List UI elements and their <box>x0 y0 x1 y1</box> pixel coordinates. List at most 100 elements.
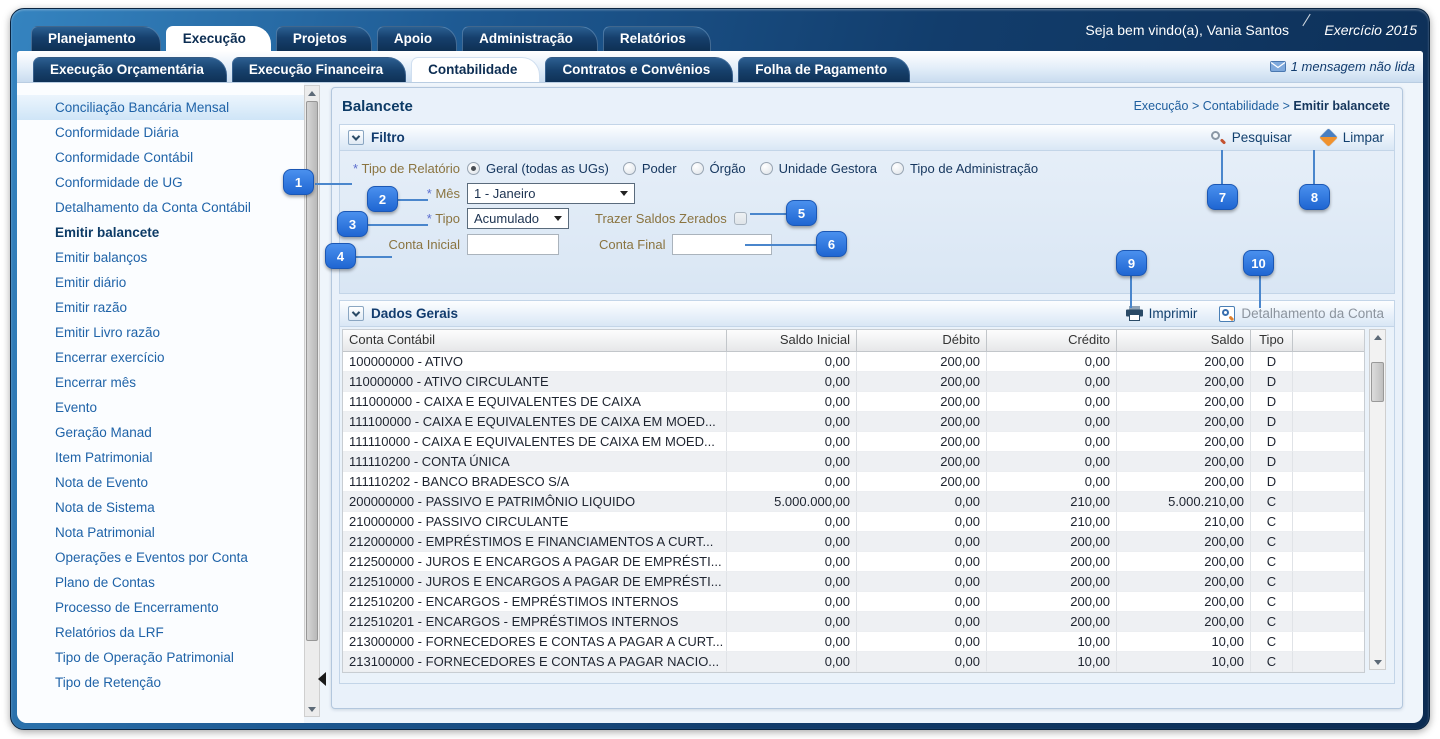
column-header-saldo[interactable]: Saldo <box>1117 330 1251 351</box>
sidebar-item-emitir-balancos[interactable]: Emitir balanços <box>17 245 304 270</box>
main-tab-apoio[interactable]: Apoio <box>377 26 457 51</box>
table-row[interactable]: 111100000 - CAIXA E EQUIVALENTES DE CAIX… <box>343 412 1364 432</box>
report-type-option-unidade-gestora[interactable]: Unidade Gestora <box>760 161 877 176</box>
report-type-option-orgao[interactable]: Órgão <box>691 161 746 176</box>
table-row[interactable]: 100000000 - ATIVO0,00200,000,00200,00D <box>343 352 1364 372</box>
scroll-down-icon[interactable] <box>305 702 319 716</box>
sidebar-item-conciliacao-bancaria-mensal[interactable]: Conciliação Bancária Mensal <box>17 95 304 120</box>
sidebar-item-conformidade-contabil[interactable]: Conformidade Contábil <box>17 145 304 170</box>
sidebar-item-relatorios-da-lrf[interactable]: Relatórios da LRF <box>17 620 304 645</box>
sidebar-item-encerrar-mes[interactable]: Encerrar mês <box>17 370 304 395</box>
table-scrollbar[interactable] <box>1369 329 1386 670</box>
table-row[interactable]: 212500000 - JUROS E ENCARGOS A PAGAR DE … <box>343 552 1364 572</box>
month-select[interactable]: 1 - Janeiro <box>467 183 635 204</box>
sidebar-item-tipo-de-operacao-patrimonial[interactable]: Tipo de Operação Patrimonial <box>17 645 304 670</box>
report-type-option-tipo-de-administracao[interactable]: Tipo de Administração <box>891 161 1038 176</box>
callout-badge-6[interactable]: 6 <box>816 231 847 257</box>
scroll-down-icon[interactable] <box>1370 655 1385 669</box>
sidebar-item-tipo-de-retencao[interactable]: Tipo de Retenção <box>17 670 304 695</box>
table-row[interactable]: 212510200 - ENCARGOS - EMPRÉSTIMOS INTER… <box>343 592 1364 612</box>
callout-badge-2[interactable]: 2 <box>367 186 398 212</box>
sidebar-item-emitir-livro-razao[interactable]: Emitir Livro razão <box>17 320 304 345</box>
scroll-up-icon[interactable] <box>305 86 319 100</box>
radio-button-icon[interactable] <box>760 162 773 175</box>
sub-tab-execucao-orcamentaria[interactable]: Execução Orçamentária <box>33 57 227 82</box>
sidebar-item-plano-de-contas[interactable]: Plano de Contas <box>17 570 304 595</box>
callout-badge-10[interactable]: 10 <box>1243 250 1274 276</box>
filter-collapse-button[interactable] <box>348 130 364 145</box>
sidebar-item-nota-de-sistema[interactable]: Nota de Sistema <box>17 495 304 520</box>
callout-badge-3[interactable]: 3 <box>337 211 368 237</box>
callout-badge-8[interactable]: 8 <box>1299 184 1330 210</box>
column-header-conta-contabil[interactable]: Conta Contábil <box>343 330 727 351</box>
table-row[interactable]: 111110200 - CONTA ÚNICA0,00200,000,00200… <box>343 452 1364 472</box>
table-row[interactable]: 212510201 - ENCARGOS - EMPRÉSTIMOS INTER… <box>343 612 1364 632</box>
search-button[interactable]: Pesquisar <box>1210 130 1292 146</box>
table-row[interactable]: 212510000 - JUROS E ENCARGOS A PAGAR DE … <box>343 572 1364 592</box>
table-row[interactable]: 213100000 - FORNECEDORES E CONTAS A PAGA… <box>343 652 1364 672</box>
radio-button-icon[interactable] <box>623 162 636 175</box>
clear-button[interactable]: Limpar <box>1320 130 1384 145</box>
type-select[interactable]: Acumulado <box>467 208 569 229</box>
table-row[interactable]: 213000000 - FORNECEDORES E CONTAS A PAGA… <box>343 632 1364 652</box>
sub-tab-folha-de-pagamento[interactable]: Folha de Pagamento <box>738 57 910 82</box>
sidebar-item-emitir-balancete[interactable]: Emitir balancete <box>17 220 304 245</box>
sidebar-item-operacoes-e-eventos-por-conta[interactable]: Operações e Eventos por Conta <box>17 545 304 570</box>
table-row[interactable]: 200000000 - PASSIVO E PATRIMÔNIO LIQUIDO… <box>343 492 1364 512</box>
main-tab-execucao[interactable]: Execução <box>166 26 271 51</box>
sub-tab-execucao-financeira[interactable]: Execução Financeira <box>232 57 406 82</box>
column-header-credito[interactable]: Crédito <box>987 330 1117 351</box>
breadcrumb-link-execucao[interactable]: Execução <box>1134 99 1189 113</box>
sub-tab-contratos-e-convenios[interactable]: Contratos e Convênios <box>545 57 733 82</box>
sidebar-collapse-arrow-icon[interactable] <box>318 668 329 690</box>
account-detail-button[interactable]: Detalhamento da Conta <box>1219 306 1384 322</box>
column-header-saldo-inicial[interactable]: Saldo Inicial <box>727 330 857 351</box>
print-button[interactable]: Imprimir <box>1126 306 1198 321</box>
magnifier-icon <box>1210 130 1226 146</box>
sidebar-item-item-patrimonial[interactable]: Item Patrimonial <box>17 445 304 470</box>
sidebar-item-processo-de-encerramento[interactable]: Processo de Encerramento <box>17 595 304 620</box>
data-section-header: Dados Gerais Imprimir <box>340 301 1394 327</box>
report-type-option-poder[interactable]: Poder <box>623 161 677 176</box>
column-header-tipo[interactable]: Tipo <box>1251 330 1293 351</box>
main-tab-projetos[interactable]: Projetos <box>276 26 372 51</box>
radio-button-icon[interactable] <box>891 162 904 175</box>
sidebar-item-conformidade-diaria[interactable]: Conformidade Diária <box>17 120 304 145</box>
table-row[interactable]: 212000000 - EMPRÉSTIMOS E FINANCIAMENTOS… <box>343 532 1364 552</box>
table-row[interactable]: 111110000 - CAIXA E EQUIVALENTES DE CAIX… <box>343 432 1364 452</box>
radio-button-icon[interactable] <box>467 162 480 175</box>
sidebar-item-nota-de-evento[interactable]: Nota de Evento <box>17 470 304 495</box>
scroll-up-icon[interactable] <box>1370 330 1385 344</box>
sidebar-item-evento[interactable]: Evento <box>17 395 304 420</box>
table-row[interactable]: 111110202 - BANCO BRADESCO S/A0,00200,00… <box>343 472 1364 492</box>
zero-balances-checkbox[interactable] <box>734 212 747 225</box>
main-tab-planejamento[interactable]: Planejamento <box>31 26 161 51</box>
callout-badge-5[interactable]: 5 <box>786 200 817 226</box>
sidebar-item-detalhamento-da-conta-contabil[interactable]: Detalhamento da Conta Contábil <box>17 195 304 220</box>
sidebar-item-emitir-razao[interactable]: Emitir razão <box>17 295 304 320</box>
sidebar-item-encerrar-exercicio[interactable]: Encerrar exercício <box>17 345 304 370</box>
unread-message[interactable]: 1 mensagem não lida <box>1270 59 1415 74</box>
callout-badge-7[interactable]: 7 <box>1207 184 1238 210</box>
sidebar-item-nota-patrimonial[interactable]: Nota Patrimonial <box>17 520 304 545</box>
account-start-input[interactable] <box>467 234 559 255</box>
callout-badge-9[interactable]: 9 <box>1116 250 1147 276</box>
sidebar-item-emitir-diario[interactable]: Emitir diário <box>17 270 304 295</box>
breadcrumb-link-contabilidade[interactable]: Contabilidade <box>1203 99 1279 113</box>
sub-tab-contabilidade[interactable]: Contabilidade <box>411 57 540 82</box>
main-tab-relatorios[interactable]: Relatórios <box>603 26 711 51</box>
data-collapse-button[interactable] <box>348 306 364 321</box>
table-row[interactable]: 210000000 - PASSIVO CIRCULANTE0,000,0021… <box>343 512 1364 532</box>
column-header-debito[interactable]: Débito <box>857 330 987 351</box>
radio-button-icon[interactable] <box>691 162 704 175</box>
cell-saldo-inicial: 0,00 <box>727 632 857 652</box>
table-row[interactable]: 111000000 - CAIXA E EQUIVALENTES DE CAIX… <box>343 392 1364 412</box>
callout-badge-4[interactable]: 4 <box>325 243 356 269</box>
sidebar-item-conformidade-de-ug[interactable]: Conformidade de UG <box>17 170 304 195</box>
callout-badge-1[interactable]: 1 <box>283 169 314 195</box>
sidebar-item-geracao-manad[interactable]: Geração Manad <box>17 420 304 445</box>
main-tab-administracao[interactable]: Administração <box>462 26 598 51</box>
report-type-option-geral-todas-as-ugs[interactable]: Geral (todas as UGs) <box>467 161 609 176</box>
table-row[interactable]: 110000000 - ATIVO CIRCULANTE0,00200,000,… <box>343 372 1364 392</box>
table-scrollbar-thumb[interactable] <box>1371 362 1384 402</box>
